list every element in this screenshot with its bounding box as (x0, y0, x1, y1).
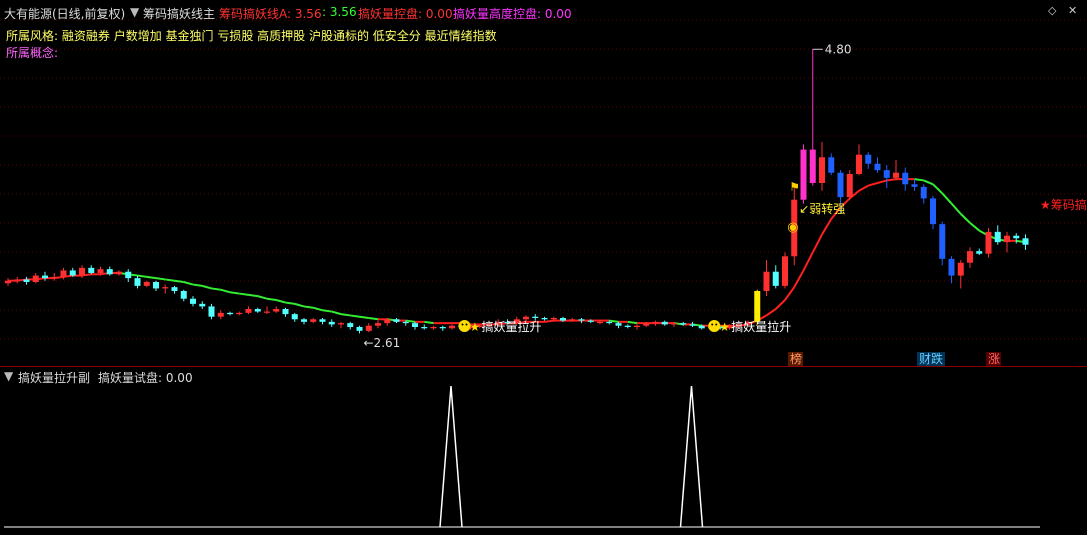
indicator-chart[interactable] (0, 0, 1087, 535)
bottom-status-strip (0, 528, 1087, 535)
indicator-spike (679, 385, 704, 528)
indicator-spike (439, 385, 463, 528)
